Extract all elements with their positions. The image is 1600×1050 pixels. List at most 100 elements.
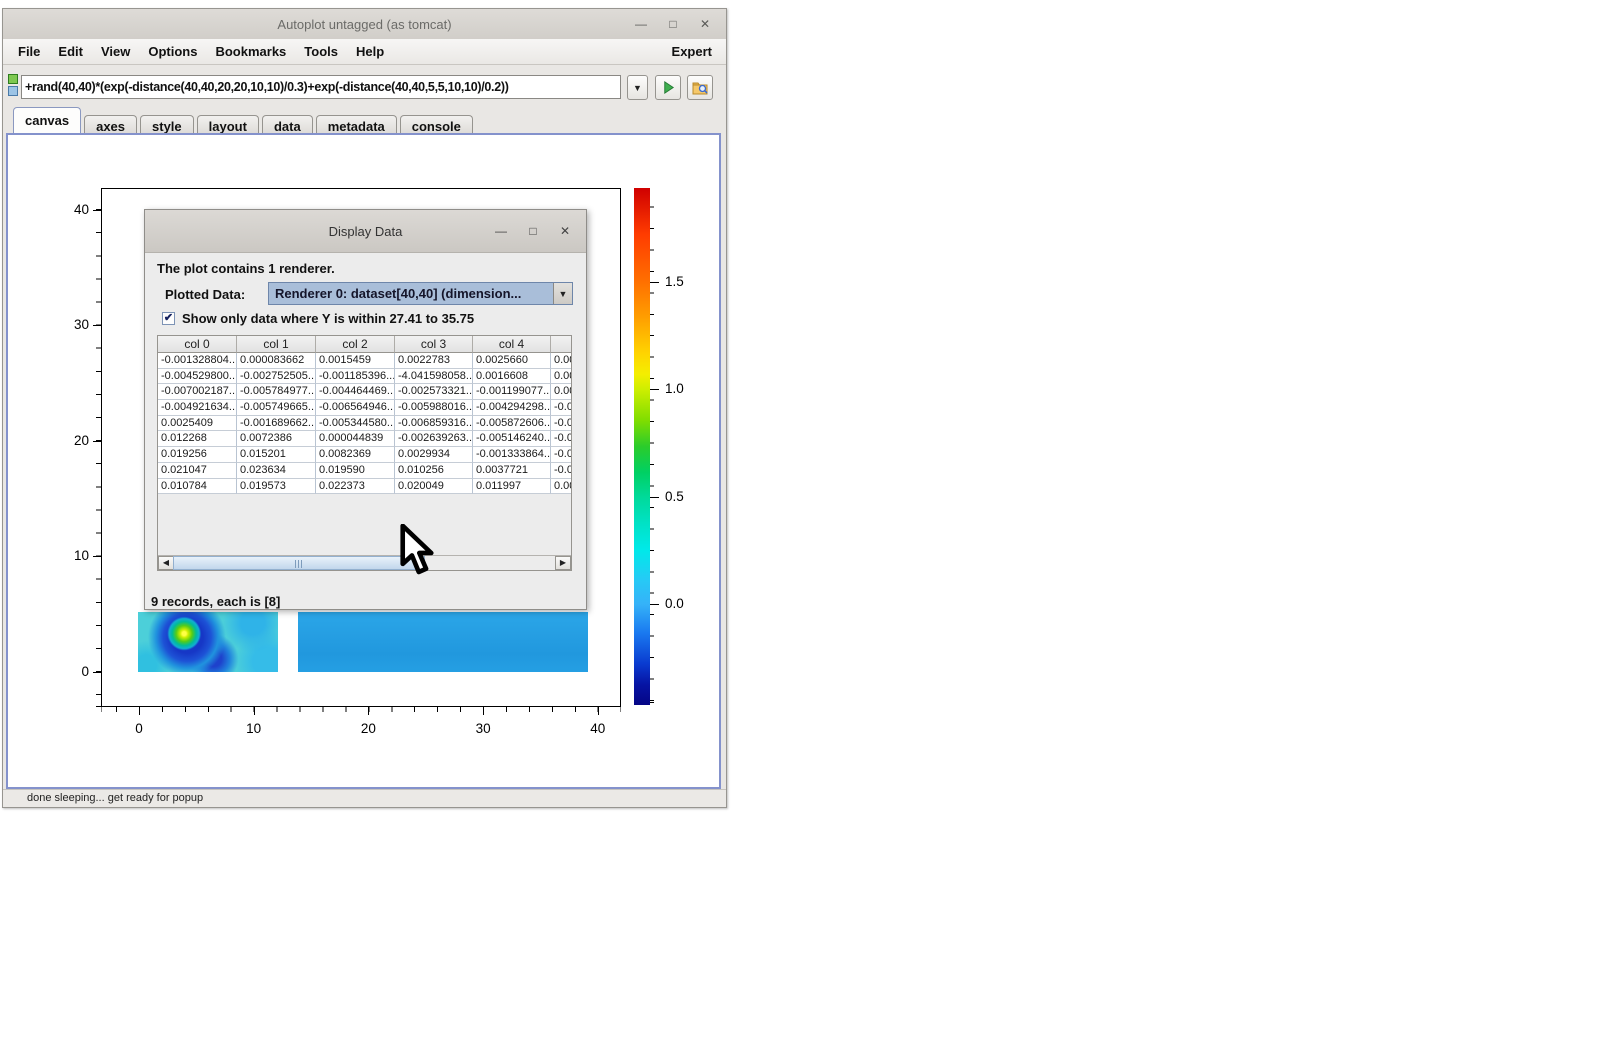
filter-checkbox[interactable]: ✔ (162, 312, 175, 325)
uri-input[interactable]: +rand(40,40)*(exp(-distance(40,40,20,20,… (21, 75, 621, 99)
title-bar[interactable]: Autoplot untagged (as tomcat) — □ ✕ (3, 9, 726, 40)
dialog-title-bar[interactable]: Display Data — □ ✕ (145, 210, 586, 253)
table-cell[interactable]: 0.019256 (158, 447, 237, 463)
table-cell[interactable]: -0.004464469... (316, 384, 395, 400)
table-row[interactable]: 0.0107840.0195730.0223730.0200490.011997… (158, 479, 571, 495)
scroll-right-icon[interactable]: ▶ (555, 556, 571, 570)
plot-go-button[interactable] (655, 75, 681, 100)
table-row[interactable]: -0.004921634...-0.005749665...-0.0065649… (158, 400, 571, 416)
table-cell[interactable]: -0.004921634... (158, 400, 237, 416)
table-cell[interactable]: -0.001199077... (473, 384, 551, 400)
table-cell[interactable]: 0.021047 (158, 463, 237, 479)
table-cell[interactable]: -0.001328804... (158, 353, 237, 369)
table-row[interactable]: 0.0192560.0152010.00823690.0029934-0.001… (158, 447, 571, 463)
minimize-icon[interactable]: — (634, 17, 648, 31)
table-row[interactable]: 0.0025409-0.001689662...-0.005344580...-… (158, 416, 571, 432)
table-cell[interactable]: 0.0022783 (395, 353, 473, 369)
table-cell[interactable]: 0.022373 (316, 479, 395, 495)
table-cell[interactable]: -0.0 (551, 400, 572, 416)
table-cell[interactable]: -0.005784977... (237, 384, 316, 400)
table-cell[interactable]: -0.002639263... (395, 431, 473, 447)
menu-tools[interactable]: Tools (295, 44, 347, 59)
table-cell[interactable]: -0.0 (551, 416, 572, 432)
table-column-header[interactable]: col 4 (473, 336, 551, 353)
table-cell[interactable]: 0.00 (551, 479, 572, 495)
table-cell[interactable]: 0.0037721 (473, 463, 551, 479)
table-column-header[interactable]: col 3 (395, 336, 473, 353)
open-file-button[interactable] (687, 75, 713, 100)
menu-edit[interactable]: Edit (49, 44, 92, 59)
table-row[interactable]: -0.001328804...0.0000836620.00154590.002… (158, 353, 571, 369)
scrollbar-thumb[interactable] (173, 556, 425, 570)
table-cell[interactable]: -0.006564946... (316, 400, 395, 416)
plot-canvas[interactable]: 403020100 010203040 1.51.00.50.0 Display… (6, 133, 721, 789)
data-table[interactable]: col 0col 1col 2col 3col 4 -0.001328804..… (157, 335, 572, 571)
scroll-left-icon[interactable]: ◀ (158, 556, 174, 570)
menu-view[interactable]: View (92, 44, 139, 59)
table-cell[interactable]: -0.005988016... (395, 400, 473, 416)
table-row[interactable]: 0.0122680.00723860.000044839-0.002639263… (158, 431, 571, 447)
table-cell[interactable]: 0.015201 (237, 447, 316, 463)
table-cell[interactable]: -0.006859316... (395, 416, 473, 432)
menu-bookmarks[interactable]: Bookmarks (206, 44, 295, 59)
table-cell[interactable]: -4.041598058... (395, 369, 473, 385)
table-cell[interactable]: -0.001689662... (237, 416, 316, 432)
table-cell[interactable]: 0.0015459 (316, 353, 395, 369)
table-cell[interactable]: -0.0 (551, 447, 572, 463)
table-cell[interactable]: 0.0025660 (473, 353, 551, 369)
table-cell[interactable]: 0.0016608 (473, 369, 551, 385)
maximize-icon[interactable]: □ (666, 17, 680, 31)
table-cell[interactable]: 0.000044839 (316, 431, 395, 447)
table-cell[interactable]: 0.0072386 (237, 431, 316, 447)
table-cell[interactable]: 0.020049 (395, 479, 473, 495)
table-column-header[interactable]: col 2 (316, 336, 395, 353)
table-cell[interactable]: 0.0029934 (395, 447, 473, 463)
table-row[interactable]: 0.0210470.0236340.0195900.0102560.003772… (158, 463, 571, 479)
table-cell[interactable]: -0.005146240... (473, 431, 551, 447)
table-column-header[interactable] (551, 336, 572, 353)
table-cell[interactable]: -0.001185396... (316, 369, 395, 385)
table-cell[interactable]: 0.00 (551, 384, 572, 400)
tab-canvas[interactable]: canvas (13, 107, 81, 133)
table-cell[interactable]: -0.005344580... (316, 416, 395, 432)
menu-help[interactable]: Help (347, 44, 393, 59)
table-column-header[interactable]: col 0 (158, 336, 237, 353)
table-cell[interactable]: 0.019573 (237, 479, 316, 495)
close-icon[interactable]: ✕ (698, 17, 712, 31)
table-row[interactable]: -0.004529800...-0.002752505...-0.0011853… (158, 369, 571, 385)
table-cell[interactable]: -0.002752505... (237, 369, 316, 385)
table-cell[interactable]: -0.005749665... (237, 400, 316, 416)
table-cell[interactable]: 0.00 (551, 353, 572, 369)
table-cell[interactable]: -0.004529800... (158, 369, 237, 385)
table-cell[interactable]: 0.0025409 (158, 416, 237, 432)
uri-dropdown-button[interactable]: ▼ (627, 75, 648, 100)
table-row[interactable]: -0.007002187...-0.005784977...-0.0044644… (158, 384, 571, 400)
table-cell[interactable]: -0.005872606... (473, 416, 551, 432)
menu-options[interactable]: Options (139, 44, 206, 59)
table-cell[interactable]: -0.001333864... (473, 447, 551, 463)
table-cell[interactable]: 0.023634 (237, 463, 316, 479)
table-cell[interactable]: 0.010256 (395, 463, 473, 479)
menu-file[interactable]: File (9, 44, 49, 59)
menu-expert[interactable]: Expert (664, 44, 720, 59)
table-cell[interactable]: -0.002573321... (395, 384, 473, 400)
plotted-data-combo[interactable]: Renderer 0: dataset[40,40] (dimension...… (268, 282, 573, 305)
table-cell[interactable]: 0.000083662 (237, 353, 316, 369)
table-cell[interactable]: 0.019590 (316, 463, 395, 479)
x-major-tick (254, 707, 255, 715)
table-cell[interactable]: 0.00 (551, 369, 572, 385)
table-cell[interactable]: -0.007002187... (158, 384, 237, 400)
table-cell[interactable]: -0.0 (551, 463, 572, 479)
table-cell[interactable]: 0.011997 (473, 479, 551, 495)
dialog-close-icon[interactable]: ✕ (558, 224, 572, 238)
table-column-header[interactable]: col 1 (237, 336, 316, 353)
table-cell[interactable]: 0.0082369 (316, 447, 395, 463)
table-cell[interactable]: 0.010784 (158, 479, 237, 495)
table-cell[interactable]: 0.012268 (158, 431, 237, 447)
table-cell[interactable]: -0.004294298... (473, 400, 551, 416)
combo-chevron-down-icon[interactable]: ▼ (553, 283, 572, 304)
dialog-minimize-icon[interactable]: — (494, 224, 508, 238)
dialog-maximize-icon[interactable]: □ (526, 224, 540, 238)
table-cell[interactable]: -0.0 (551, 431, 572, 447)
horizontal-scrollbar[interactable]: ◀ ▶ (158, 555, 571, 570)
